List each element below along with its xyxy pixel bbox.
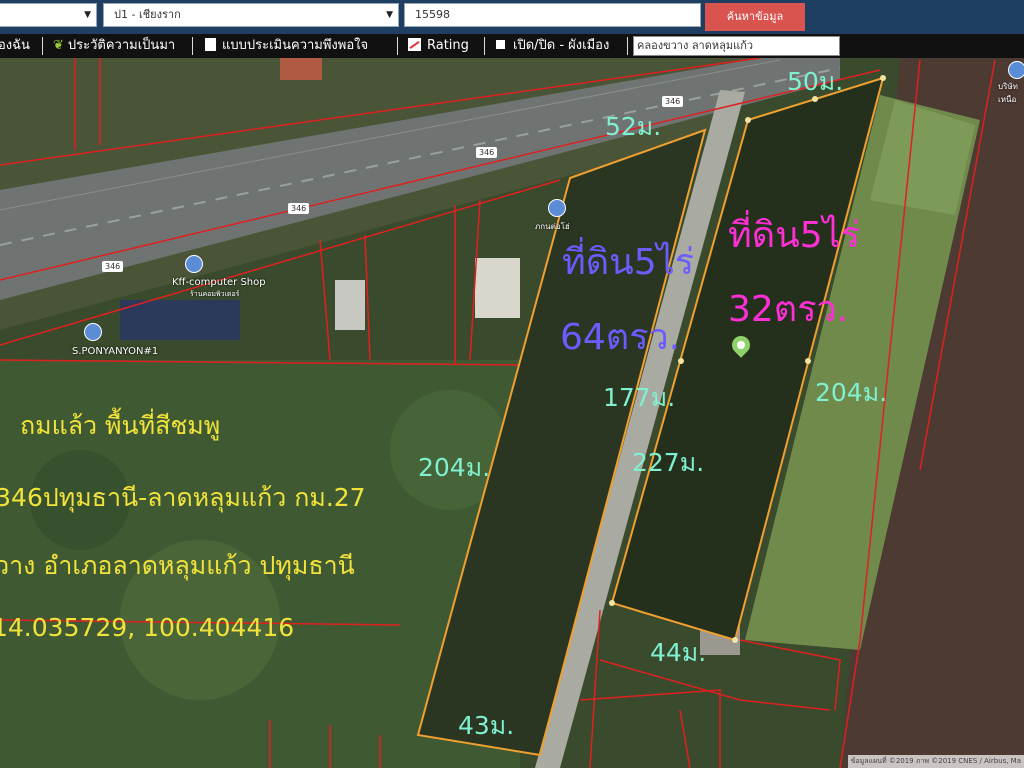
chevron-down-icon: ▼ bbox=[386, 10, 393, 20]
plot-left-area-line1: ที่ดิน5ไร่ bbox=[562, 242, 695, 283]
road-number-badge: 346 bbox=[662, 96, 684, 107]
parcel-number-input[interactable]: 15598 bbox=[404, 3, 701, 27]
poi-garage-label[interactable]: S.PONYANYON#1 bbox=[72, 346, 158, 357]
plot-left-left-side: 204ม. bbox=[418, 453, 491, 482]
plot-left-top-width: 52ม. bbox=[605, 112, 662, 141]
info-line-2: ถ346ปทุมธานี-ลาดหลุมแก้ว กม.27 bbox=[0, 483, 366, 512]
place-search-input[interactable]: คลองขวาง ลาดหลุมแก้ว bbox=[633, 36, 840, 56]
menu-divider bbox=[42, 37, 43, 55]
chevron-down-icon: ▼ bbox=[84, 10, 91, 20]
parcel-number-value: 15598 bbox=[415, 8, 450, 21]
menu-divider bbox=[397, 37, 398, 55]
menu-item-mine[interactable]: องฉัน bbox=[0, 34, 30, 58]
plot-right-area-line2: 32ตรว. bbox=[728, 289, 849, 330]
menu-item-history[interactable]: ❦ ประวัติความเป็นมา bbox=[53, 34, 175, 58]
poi-shop-label[interactable]: Kff-computer Shop bbox=[172, 277, 266, 288]
sprout-icon: ❦ bbox=[53, 38, 64, 53]
poi-small-label[interactable]: ภกนต่อโฮ่ bbox=[535, 220, 570, 233]
menu-item-survey[interactable]: แบบประเมินความพึงพอใจ bbox=[205, 34, 368, 58]
info-line-1: ถมแล้ว พื้นที่สีชมพู bbox=[20, 411, 221, 440]
plot-right-bottom-width: 44ม. bbox=[650, 638, 707, 667]
plot-left-right-side: 177ม. bbox=[603, 383, 676, 412]
road-number-badge: 346 bbox=[476, 147, 498, 158]
location-dot-icon[interactable] bbox=[1008, 61, 1024, 79]
plot-left-bottom-width: 43ม. bbox=[458, 711, 515, 740]
menu-divider bbox=[484, 37, 485, 55]
menu-item-mine-label: องฉัน bbox=[0, 38, 30, 53]
menu-item-survey-label: แบบประเมินความพึงพอใจ bbox=[222, 38, 369, 53]
plot-right-area-line1: ที่ดิน5ไร่ bbox=[728, 215, 861, 256]
plot-right-left-side: 227ม. bbox=[632, 448, 705, 477]
location-dot-icon[interactable] bbox=[185, 255, 203, 273]
district-select[interactable]: ป1 - เชียงราก ▼ bbox=[103, 3, 399, 27]
info-line-4: 14.035729, 100.404416 bbox=[0, 613, 295, 642]
search-bar: ▼ ป1 - เชียงราก ▼ 15598 ค้นหาข้อมูล bbox=[0, 0, 1024, 34]
square-icon bbox=[496, 40, 505, 49]
plot-right-top-width: 50ม. bbox=[787, 67, 844, 96]
map-attribution: ข้อมูลแผนที่ ©2019 ภาพ ©2019 CNES / Airb… bbox=[847, 755, 1024, 768]
search-button[interactable]: ค้นหาข้อมูล bbox=[705, 3, 805, 31]
menu-item-rating[interactable]: Rating bbox=[408, 34, 469, 58]
menu-item-zoning-label: เปิด/ปิด - ผังเมือง bbox=[513, 38, 610, 53]
plot-left-area-line2: 64ตรว. bbox=[560, 317, 681, 358]
menu-divider bbox=[627, 37, 628, 55]
menu-divider bbox=[192, 37, 193, 55]
plot-right-right-side: 204ม. bbox=[815, 378, 888, 407]
province-select[interactable]: ▼ bbox=[0, 3, 97, 27]
poi-top-right-label[interactable]: บริษัท เหนือ bbox=[998, 80, 1018, 106]
menu-item-zoning-toggle[interactable]: เปิด/ปิด - ผังเมือง bbox=[496, 34, 609, 58]
menu-item-rating-label: Rating bbox=[427, 38, 469, 53]
poi-shop-sublabel: ร้านคอมพิวเตอร์ bbox=[190, 290, 240, 298]
menu-bar: องฉัน ❦ ประวัติความเป็นมา แบบประเมินความพ… bbox=[0, 34, 1024, 58]
location-dot-icon[interactable] bbox=[548, 199, 566, 217]
road-number-badge: 346 bbox=[102, 261, 124, 272]
location-dot-icon[interactable] bbox=[84, 323, 102, 341]
road-number-badge: 346 bbox=[288, 203, 310, 214]
document-icon bbox=[205, 38, 216, 51]
satellite-map[interactable]: 346 346 346 346 Kff-computer Shop ร้านคอ… bbox=[0, 58, 1024, 768]
info-line-3: ขวาง อำเภอลาดหลุมแก้ว ปทุมธานี bbox=[0, 551, 355, 580]
menu-item-history-label: ประวัติความเป็นมา bbox=[67, 38, 176, 53]
chart-icon bbox=[408, 38, 421, 51]
district-select-value: ป1 - เชียงราก bbox=[114, 8, 181, 21]
